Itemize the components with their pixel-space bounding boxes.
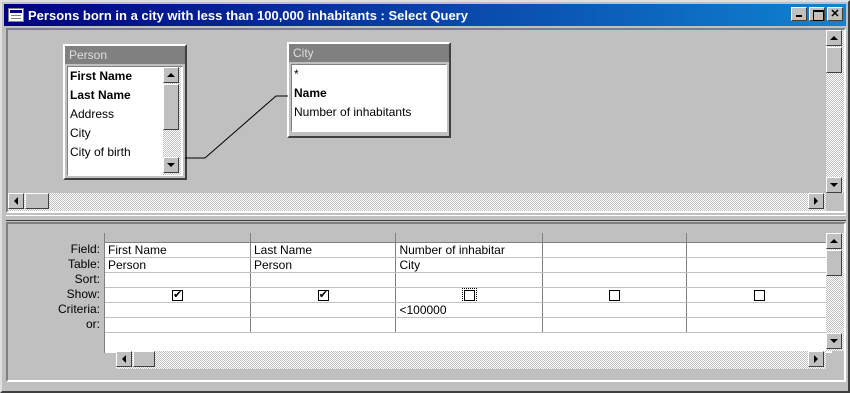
field-row: First Name Last Name Number of inhabitar [105, 242, 832, 258]
close-icon: ✕ [830, 7, 840, 20]
grid-scroll-down-button[interactable] [826, 333, 842, 349]
arrow-up-icon [830, 36, 838, 40]
or-cell[interactable] [686, 317, 832, 333]
criteria-cell[interactable] [542, 302, 688, 318]
grid-horizontal-scrollbar[interactable] [116, 351, 826, 369]
query-window: Persons born in a city with less than 10… [0, 0, 850, 393]
grid-scroll-right-button[interactable] [808, 351, 824, 367]
table-pane: Person First Name Last Name Address City… [6, 28, 846, 213]
arrow-up-icon [830, 239, 838, 243]
design-grid: First Name Last Name Number of inhabitar… [104, 233, 832, 353]
maximize-button[interactable] [809, 7, 825, 21]
table-pane-vertical-scrollbar[interactable] [826, 30, 844, 193]
grid-row-labels: Field: Table: Sort: Show: Criteria: or: [12, 242, 102, 332]
field-cell[interactable]: Last Name [250, 242, 397, 258]
table-cell[interactable]: City [395, 257, 543, 273]
window-controls: ✕ [789, 7, 843, 21]
row-label-table: Table: [67, 257, 100, 271]
field-cell[interactable]: Number of inhabitar [395, 242, 543, 258]
sort-row [105, 272, 832, 288]
window-title: Persons born in a city with less than 10… [28, 7, 468, 23]
grid-scroll-thumb[interactable] [826, 250, 842, 276]
table-row: Person Person City [105, 257, 832, 273]
show-cell [686, 287, 832, 303]
pane-splitter[interactable] [6, 215, 846, 221]
show-cell [542, 287, 688, 303]
show-cell [250, 287, 397, 303]
table-pane-scroll-up-button[interactable] [826, 30, 842, 46]
query-window-icon[interactable] [8, 8, 24, 22]
or-cell[interactable] [250, 317, 397, 333]
show-checkbox[interactable] [317, 288, 329, 301]
show-checkbox[interactable] [171, 288, 183, 301]
criteria-cell[interactable] [686, 302, 832, 318]
arrow-right-icon [814, 197, 818, 205]
column-selector[interactable] [105, 233, 251, 243]
minimize-button[interactable] [791, 7, 807, 21]
field-cell[interactable] [542, 242, 688, 258]
column-selector[interactable] [250, 233, 397, 243]
arrow-down-icon [830, 339, 838, 343]
table-pane-scroll-down-button[interactable] [826, 177, 842, 193]
or-cell[interactable] [395, 317, 543, 333]
table-cell[interactable] [686, 257, 832, 273]
column-selector-row [105, 233, 832, 243]
table-cell[interactable]: Person [250, 257, 397, 273]
arrow-left-icon [14, 197, 18, 205]
row-label-or: or: [85, 317, 100, 331]
show-cell [105, 287, 251, 303]
table-pane-hscroll-thumb[interactable] [25, 193, 49, 209]
criteria-row: <100000 [105, 302, 832, 318]
sort-cell[interactable] [542, 272, 688, 288]
column-selector[interactable] [395, 233, 543, 243]
design-grid-pane: Field: Table: Sort: Show: Criteria: or: … [6, 222, 846, 382]
grid-scroll-up-button[interactable] [826, 233, 842, 249]
column-selector[interactable] [542, 233, 688, 243]
grid-scroll-left-button[interactable] [116, 351, 132, 367]
show-row [105, 287, 832, 303]
table-pane-horizontal-scrollbar[interactable] [8, 193, 826, 211]
grid-vertical-scrollbar[interactable] [826, 233, 844, 351]
table-pane-scroll-right-button[interactable] [808, 193, 824, 209]
criteria-cell[interactable]: <100000 [395, 302, 543, 318]
arrow-down-icon [830, 183, 838, 187]
table-pane-scroll-left-button[interactable] [8, 193, 24, 209]
sort-cell[interactable] [686, 272, 832, 288]
join-line[interactable] [8, 30, 844, 211]
or-cell[interactable] [542, 317, 688, 333]
criteria-cell[interactable] [105, 302, 251, 318]
row-label-criteria: Criteria: [57, 302, 100, 316]
show-checkbox[interactable] [461, 287, 477, 301]
table-pane-scroll-thumb[interactable] [826, 47, 842, 73]
table-cell[interactable]: Person [105, 257, 251, 273]
show-checkbox[interactable] [753, 289, 765, 301]
title-bar[interactable]: Persons born in a city with less than 10… [4, 4, 846, 26]
sort-cell[interactable] [105, 272, 251, 288]
or-row [105, 317, 832, 333]
arrow-left-icon [122, 355, 126, 363]
column-selector[interactable] [686, 233, 832, 243]
table-cell[interactable] [542, 257, 688, 273]
grid-hscroll-thumb[interactable] [133, 351, 155, 367]
scroll-corner [826, 193, 844, 211]
sort-cell[interactable] [250, 272, 397, 288]
or-cell[interactable] [105, 317, 251, 333]
show-cell [395, 287, 543, 303]
row-label-show: Show: [66, 287, 100, 301]
row-label-sort: Sort: [74, 272, 100, 286]
criteria-cell[interactable] [250, 302, 397, 318]
row-label-field: Field: [70, 242, 100, 256]
sort-cell[interactable] [395, 272, 543, 288]
show-checkbox[interactable] [609, 289, 621, 301]
arrow-right-icon [814, 355, 818, 363]
field-cell[interactable] [686, 242, 832, 258]
close-button[interactable]: ✕ [827, 7, 843, 21]
field-cell[interactable]: First Name [105, 242, 251, 258]
